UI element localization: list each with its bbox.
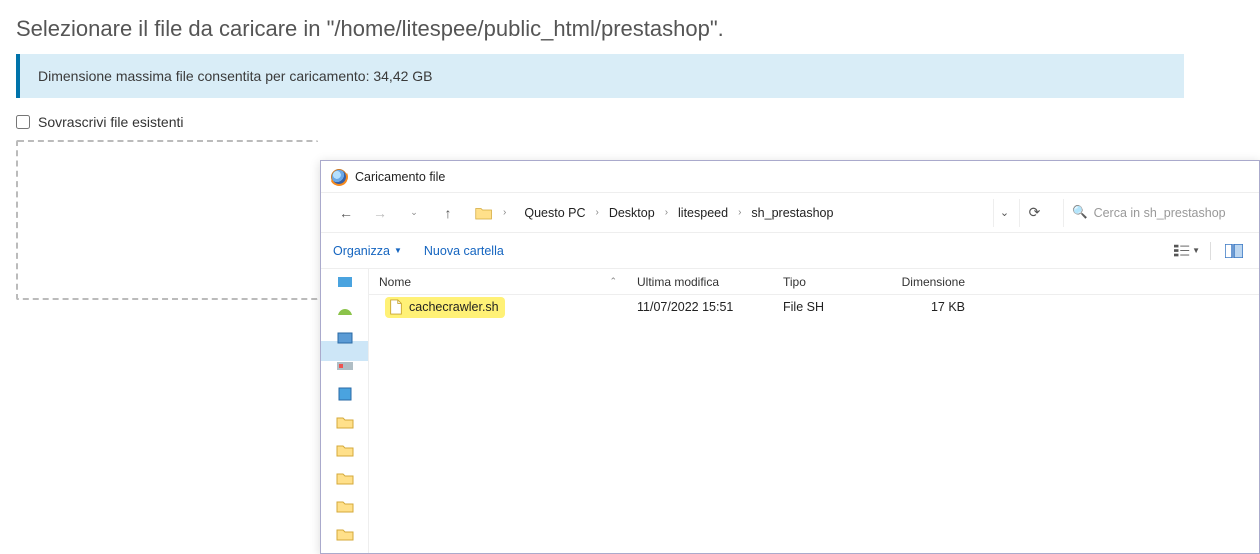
firefox-icon [331,169,347,185]
toolbar-right: ▼ [1174,239,1247,263]
file-icon [389,299,403,315]
dialog-title: Caricamento file [355,170,445,184]
chevron-right-icon: › [736,207,743,218]
dialog-navbar: ← → ⌄ ↑ › Questo PC › Desktop › litespee… [321,193,1259,233]
organize-menu[interactable]: Organizza▼ [333,244,402,258]
view-mode-button[interactable]: ▼ [1174,239,1200,263]
chevron-right-icon: › [663,207,670,218]
forward-button[interactable]: → [365,199,395,227]
file-open-dialog: Caricamento file ← → ⌄ ↑ › Questo PC › D… [320,160,1260,554]
file-size: 17 KB [889,300,975,314]
column-headers: Nome ⌃ Ultima modifica Tipo Dimensione [369,269,1259,295]
folder-icon[interactable] [336,471,354,485]
nav-item-icon[interactable] [336,331,354,345]
new-folder-button[interactable]: Nuova cartella [424,244,504,258]
column-header-type[interactable]: Tipo [773,275,889,289]
breadcrumb-segment[interactable]: sh_prestashop [745,202,839,224]
breadcrumb-segment[interactable]: Questo PC [518,202,591,224]
breadcrumb: Questo PC › Desktop › litespeed › sh_pre… [512,199,989,227]
up-button[interactable]: ↑ [433,199,463,227]
column-header-name[interactable]: Nome ⌃ [369,275,627,289]
chevron-right-icon: › [501,207,508,218]
breadcrumb-segment[interactable]: litespeed [672,202,734,224]
column-header-size[interactable]: Dimensione [889,275,975,289]
breadcrumb-segment[interactable]: Desktop [603,202,661,224]
file-name: cachecrawler.sh [409,300,499,314]
dialog-titlebar: Caricamento file [321,161,1259,193]
folder-icon[interactable] [336,499,354,513]
info-banner: Dimensione massima file consentita per c… [16,54,1184,98]
nav-item-icon[interactable] [336,387,354,401]
nav-item-icon[interactable] [336,275,354,289]
file-pane: Nome ⌃ Ultima modifica Tipo Dimensione c… [369,269,1259,553]
preview-pane-button[interactable] [1221,239,1247,263]
chevron-right-icon: › [593,207,600,218]
upload-dropzone[interactable] [16,140,318,300]
folder-icon[interactable] [336,415,354,429]
folder-icon[interactable] [336,443,354,457]
search-icon: 🔍 [1072,205,1088,220]
nav-item-icon[interactable] [336,303,354,317]
recent-dropdown[interactable]: ⌄ [399,199,429,227]
file-row[interactable]: cachecrawler.sh 11/07/2022 15:51 File SH… [369,295,1259,319]
breadcrumb-dropdown[interactable]: ⌄ [993,199,1015,227]
search-box: 🔍 [1063,199,1249,227]
back-button[interactable]: ← [331,199,361,227]
file-list: cachecrawler.sh 11/07/2022 15:51 File SH… [369,295,1259,553]
folder-icon[interactable] [336,527,354,541]
refresh-button[interactable]: ⟳ [1019,199,1049,227]
folder-icon [473,202,495,224]
search-input[interactable] [1094,206,1241,220]
file-modified: 11/07/2022 15:51 [627,300,773,314]
dialog-body: Nome ⌃ Ultima modifica Tipo Dimensione c… [321,269,1259,553]
nav-item-icon[interactable] [336,359,354,373]
sort-indicator-icon: ⌃ [609,276,617,287]
overwrite-label: Sovrascrivi file esistenti [38,114,184,130]
dialog-toolbar: Organizza▼ Nuova cartella ▼ [321,233,1259,269]
file-type: File SH [773,300,889,314]
column-header-modified[interactable]: Ultima modifica [627,275,773,289]
page-title: Selezionare il file da caricare in "/hom… [0,0,1260,54]
navigation-pane [321,269,369,553]
overwrite-checkbox[interactable] [16,115,30,129]
overwrite-row: Sovrascrivi file esistenti [0,114,1260,140]
